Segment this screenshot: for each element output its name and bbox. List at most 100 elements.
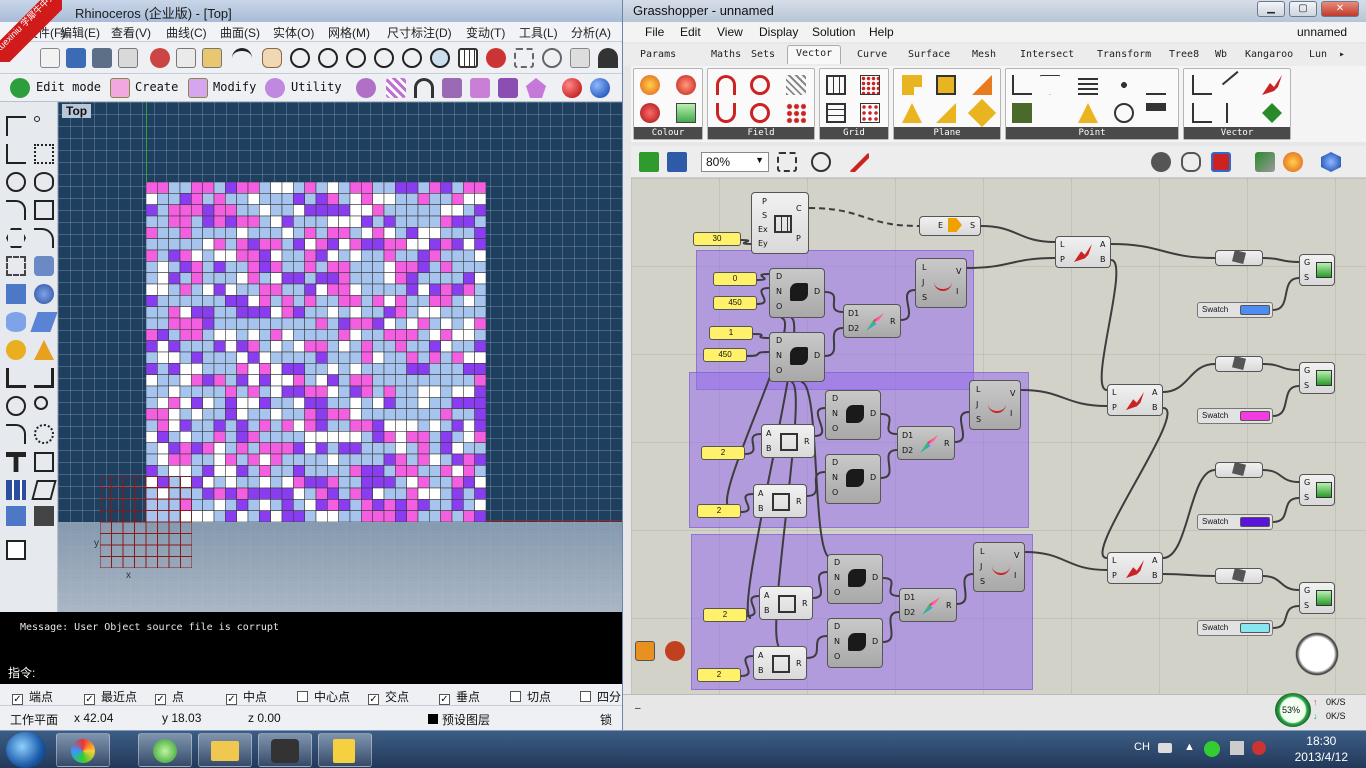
select-icon[interactable] <box>514 48 534 68</box>
preview-eye-icon[interactable] <box>811 152 831 172</box>
zoom-all-icon[interactable] <box>430 48 450 68</box>
vector-length-icon[interactable] <box>1226 103 1246 123</box>
custom-preview-3[interactable]: G S <box>1299 474 1335 506</box>
checkbox-tangent[interactable] <box>510 691 521 702</box>
shape-component-1[interactable] <box>1215 250 1263 266</box>
gear-tool-icon[interactable] <box>6 340 26 360</box>
swatch-color[interactable] <box>1240 623 1270 633</box>
vector-2pt-icon[interactable] <box>1221 70 1251 100</box>
copy-icon[interactable] <box>176 48 196 68</box>
close-button[interactable]: ✕ <box>1321 1 1359 17</box>
properties-icon[interactable] <box>570 48 590 68</box>
cylinder-icon[interactable] <box>6 312 26 332</box>
point-numeric-icon[interactable] <box>1146 75 1166 95</box>
status-layer[interactable]: 预设图层 <box>442 711 490 728</box>
circle-icon[interactable] <box>6 172 26 192</box>
point-cloud-icon[interactable] <box>1012 103 1032 123</box>
array-grid-icon[interactable] <box>6 480 26 500</box>
checkbox-intersection[interactable]: ✓ <box>368 694 379 705</box>
status-cplane[interactable]: 工作平面 <box>10 711 58 728</box>
shape-component-4[interactable] <box>1215 568 1263 584</box>
random-component-5[interactable]: D N O D <box>827 554 883 604</box>
cut-icon[interactable] <box>150 48 170 68</box>
zoom-dropdown-icon[interactable]: ▼ <box>755 155 764 165</box>
plugin-icon-5[interactable] <box>498 78 518 98</box>
vector-field-icon[interactable] <box>1262 103 1282 123</box>
random-component-4[interactable]: D N O D <box>825 454 881 504</box>
blue-sphere-icon[interactable] <box>590 78 610 98</box>
undo-icon[interactable] <box>232 48 252 68</box>
swatch-color[interactable] <box>1240 517 1270 527</box>
rectangle-icon[interactable] <box>34 200 54 220</box>
taskbar-app-explorer[interactable] <box>198 733 252 767</box>
tab-kangaroo[interactable]: Kangaroo <box>1245 49 1293 60</box>
box-icon[interactable] <box>6 284 26 304</box>
field-line-icon[interactable] <box>786 75 806 95</box>
point-tag-icon[interactable] <box>1146 103 1166 111</box>
tab-maths[interactable]: Maths <box>711 49 741 60</box>
dispatch-component-1[interactable]: L P A B <box>1055 236 1111 268</box>
canvas-navigation-dial[interactable] <box>1295 632 1339 676</box>
colour-rgb-icon[interactable] <box>640 75 660 95</box>
osnap-end[interactable]: ✓ 端点 <box>12 688 53 705</box>
blend-icon[interactable] <box>34 424 54 444</box>
plugin-icon-4[interactable] <box>470 78 490 98</box>
interpolate-component-3[interactable]: D1 D2 R <box>899 588 957 622</box>
canvas-tools-icon[interactable] <box>635 641 655 661</box>
point-icon[interactable] <box>34 116 40 122</box>
field-magnet-icon[interactable] <box>716 75 736 95</box>
plane-align-icon[interactable] <box>936 103 956 123</box>
grid-populate-icon[interactable] <box>860 103 880 123</box>
extrude-icon[interactable] <box>34 256 54 276</box>
offset-icon[interactable] <box>6 424 26 444</box>
tab-transform[interactable]: Transform <box>1097 49 1151 60</box>
keyboard-icon[interactable] <box>1158 743 1172 753</box>
split-icon[interactable] <box>34 368 54 388</box>
osnap-tangent[interactable]: 切点 <box>510 688 551 705</box>
number-slider-450-a[interactable]: 450 <box>713 296 757 310</box>
selected-preview-icon[interactable] <box>1211 152 1231 172</box>
point-barycentric-icon[interactable] <box>1114 103 1134 123</box>
vector-display-icon[interactable] <box>1262 75 1282 95</box>
group-icon[interactable] <box>6 396 26 416</box>
tab-sets[interactable]: Sets <box>751 49 775 60</box>
shift-list-component[interactable]: E S <box>919 216 981 236</box>
point-sort-icon[interactable] <box>1078 75 1098 95</box>
taskbar-app-notes[interactable] <box>318 733 372 767</box>
number-slider-2-c[interactable]: 2 <box>703 608 747 622</box>
plugin-icon-3[interactable] <box>442 78 462 98</box>
scale-icon[interactable] <box>34 452 54 472</box>
point-oriented-icon[interactable] <box>1078 103 1098 123</box>
select-arrow-icon[interactable] <box>6 116 26 136</box>
number-slider-0[interactable]: 0 <box>713 272 757 286</box>
pentagon-icon[interactable] <box>526 78 546 98</box>
osnap-point[interactable]: ✓ 点 <box>155 688 184 705</box>
custom-preview-2[interactable]: G S <box>1299 362 1335 394</box>
colour-hsl-icon[interactable] <box>676 75 696 95</box>
tab-mesh[interactable]: Mesh <box>972 49 996 60</box>
text-icon[interactable] <box>6 452 26 472</box>
square-grid-component[interactable]: P S Ex Ey C P <box>751 192 809 254</box>
field-point-icon[interactable] <box>716 103 736 123</box>
number-slider-2-a[interactable]: 2 <box>701 446 745 460</box>
preview-mesh-icon[interactable] <box>1255 152 1275 172</box>
osnap-near[interactable]: ✓ 最近点 <box>84 688 137 705</box>
menu-tools[interactable]: 工具(L) <box>519 24 558 41</box>
gh-save-icon[interactable] <box>667 152 687 172</box>
plugin-icon-1[interactable] <box>356 78 376 98</box>
mirror-icon[interactable] <box>31 480 57 500</box>
checkbox-quad[interactable] <box>580 691 591 702</box>
checkbox-mid[interactable]: ✓ <box>226 694 237 705</box>
menu-solid[interactable]: 实体(O) <box>273 24 314 41</box>
osnap-perp[interactable]: ✓ 垂点 <box>439 688 480 705</box>
shaded-preview-icon[interactable] <box>1181 152 1201 172</box>
modify-icon[interactable] <box>188 78 208 98</box>
open-file-icon[interactable] <box>639 152 659 172</box>
tab-wb[interactable]: Wb <box>1215 49 1227 60</box>
shape-component-3[interactable] <box>1215 462 1263 478</box>
plane-rotate-icon[interactable] <box>972 75 992 95</box>
tab-lun[interactable]: Lun <box>1309 49 1327 60</box>
minimize-button[interactable]: ▁ <box>1257 1 1285 17</box>
fillet-icon[interactable] <box>34 228 54 248</box>
list-item-component-1[interactable]: L J S V I <box>915 258 967 308</box>
